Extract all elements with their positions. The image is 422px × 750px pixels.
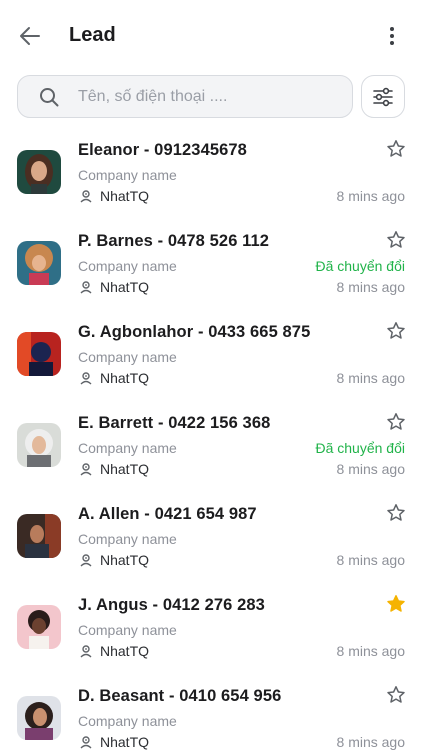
search-icon [38, 86, 60, 108]
timestamp: 8 mins ago [336, 643, 405, 659]
avatar [17, 241, 61, 285]
owner-name: NhatTQ [100, 188, 150, 204]
lead-owner: NhatTQ [78, 461, 149, 477]
company-name: Company name [78, 258, 177, 274]
owner-name: NhatTQ [100, 643, 150, 659]
star-outline-icon[interactable] [386, 503, 406, 523]
lead-owner: NhatTQ [78, 370, 149, 386]
star-outline-icon[interactable] [386, 412, 406, 432]
avatar [17, 150, 61, 194]
avatar [17, 605, 61, 649]
star-outline-icon[interactable] [386, 685, 406, 705]
company-name: Company name [78, 713, 177, 729]
lead-name: G. Agbonlahor - 0433 665 875 [78, 323, 311, 341]
search-box [17, 75, 353, 118]
company-name: Company name [78, 349, 177, 365]
lead-row[interactable]: A. Allen - 0421 654 987 Company name Nha… [0, 490, 422, 581]
user-badge-icon [78, 370, 94, 386]
user-badge-icon [78, 461, 94, 477]
filter-button[interactable] [361, 75, 405, 118]
star-filled-icon[interactable] [386, 594, 406, 614]
status-badge: Đã chuyển đổi [315, 258, 405, 274]
lead-owner: NhatTQ [78, 734, 149, 750]
user-badge-icon [78, 643, 94, 659]
lead-name: Eleanor - 0912345678 [78, 141, 247, 159]
more-vertical-icon [390, 27, 394, 45]
user-badge-icon [78, 279, 94, 295]
more-options-button[interactable] [378, 22, 406, 50]
star-outline-icon[interactable] [386, 230, 406, 250]
timestamp: 8 mins ago [336, 461, 405, 477]
avatar [17, 332, 61, 376]
avatar [17, 423, 61, 467]
lead-name: E. Barrett - 0422 156 368 [78, 414, 271, 432]
lead-row[interactable]: Eleanor - 0912345678 Company name NhatTQ… [0, 126, 422, 217]
lead-name: J. Angus - 0412 276 283 [78, 596, 265, 614]
timestamp: 8 mins ago [336, 188, 405, 204]
lead-owner: NhatTQ [78, 643, 149, 659]
lead-owner: NhatTQ [78, 188, 149, 204]
company-name: Company name [78, 440, 177, 456]
owner-name: NhatTQ [100, 279, 150, 295]
user-badge-icon [78, 734, 94, 750]
lead-owner: NhatTQ [78, 279, 149, 295]
lead-row[interactable]: P. Barnes - 0478 526 112 Company name Đã… [0, 217, 422, 308]
avatar [17, 514, 61, 558]
lead-row[interactable]: E. Barrett - 0422 156 368 Company name Đ… [0, 399, 422, 490]
lead-row[interactable]: D. Beasant - 0410 654 956 Company name N… [0, 672, 422, 750]
timestamp: 8 mins ago [336, 734, 405, 750]
sliders-icon [373, 87, 393, 106]
timestamp: 8 mins ago [336, 552, 405, 568]
lead-owner: NhatTQ [78, 552, 149, 568]
user-badge-icon [78, 188, 94, 204]
owner-name: NhatTQ [100, 734, 150, 750]
app-header: Lead [0, 0, 422, 72]
owner-name: NhatTQ [100, 370, 150, 386]
page-title: Lead [69, 24, 116, 46]
arrow-left-icon [20, 27, 40, 45]
timestamp: 8 mins ago [336, 370, 405, 386]
lead-row[interactable]: J. Angus - 0412 276 283 Company name Nha… [0, 581, 422, 672]
company-name: Company name [78, 622, 177, 638]
lead-name: A. Allen - 0421 654 987 [78, 505, 257, 523]
avatar [17, 696, 61, 740]
company-name: Company name [78, 531, 177, 547]
user-badge-icon [78, 552, 94, 568]
lead-name: D. Beasant - 0410 654 956 [78, 687, 282, 705]
lead-row[interactable]: G. Agbonlahor - 0433 665 875 Company nam… [0, 308, 422, 399]
timestamp: 8 mins ago [336, 279, 405, 295]
star-outline-icon[interactable] [386, 139, 406, 159]
search-input[interactable] [78, 87, 328, 106]
owner-name: NhatTQ [100, 552, 150, 568]
lead-name: P. Barnes - 0478 526 112 [78, 232, 270, 250]
back-button[interactable] [14, 22, 46, 50]
company-name: Company name [78, 167, 177, 183]
star-outline-icon[interactable] [386, 321, 406, 341]
owner-name: NhatTQ [100, 461, 150, 477]
status-badge: Đã chuyển đổi [315, 440, 405, 456]
